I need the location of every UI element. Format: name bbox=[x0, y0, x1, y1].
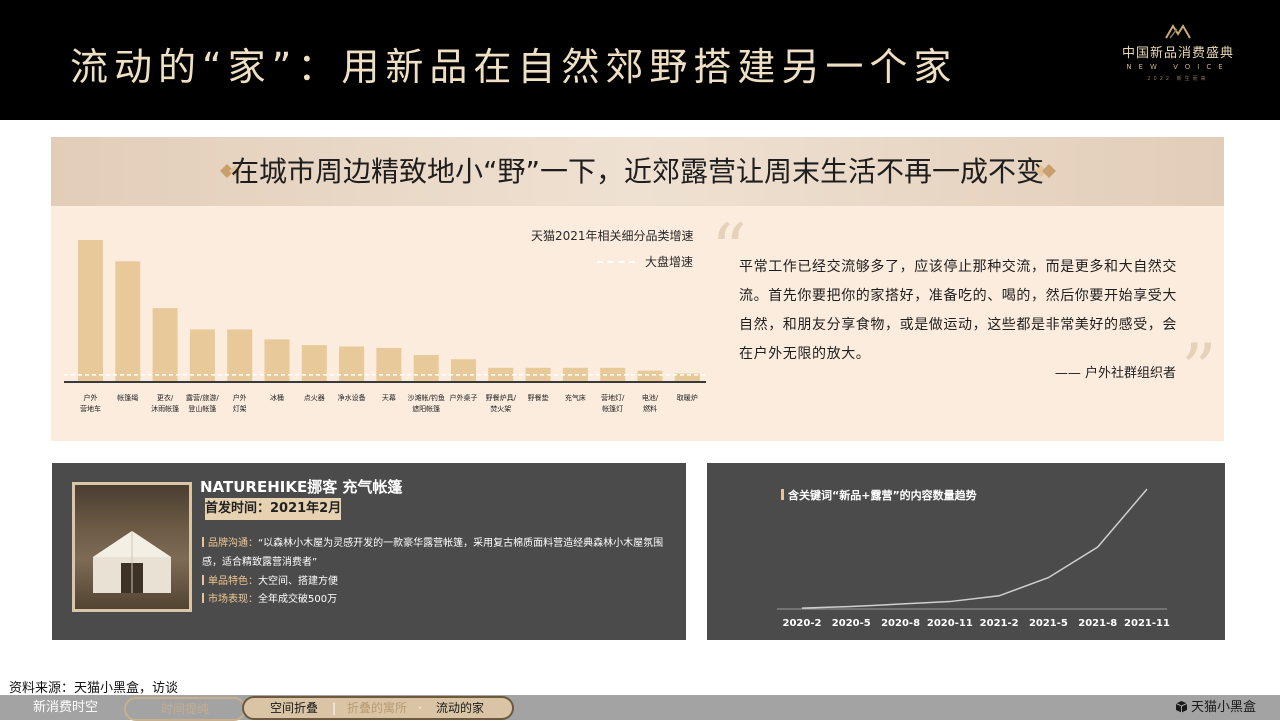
nav-time-purify[interactable]: 时间提纯 bbox=[124, 697, 246, 721]
footer-section-label: 新消费时空 bbox=[33, 700, 99, 715]
tent-photo bbox=[72, 482, 192, 612]
x-tick-label: 沙滩帐/钓鱼遮阳帐篷 bbox=[408, 393, 445, 413]
bar-16 bbox=[637, 370, 663, 382]
x-tick-label: 充气床 bbox=[565, 393, 586, 402]
bullet-bar-icon bbox=[202, 575, 204, 585]
x-tick-label: 野餐炉具/焚火架 bbox=[486, 393, 517, 413]
tent-icon bbox=[93, 531, 171, 593]
x-tick-label: 2021-11 bbox=[1124, 618, 1170, 629]
market-performance-text: 全年成交破500万 bbox=[258, 594, 338, 605]
logo-name-cn: 中国新品消费盛典 bbox=[1121, 46, 1234, 61]
logo-subtitle: 2022 新生而来 bbox=[1147, 76, 1209, 82]
brand-communication: 品牌沟通：“以森林小木屋为灵感开发的一款豪华露营帐篷，采用复古棉质面料营造经典森… bbox=[202, 534, 672, 572]
bar-11 bbox=[451, 359, 476, 382]
trend-chart-title-text: 含关键词“新品+露营”的内容数量趋势 bbox=[788, 489, 977, 502]
trend-series-line bbox=[801, 488, 1148, 609]
x-tick-label: 取暖炉 bbox=[677, 393, 698, 402]
bullet-bar-icon bbox=[202, 593, 204, 603]
bar-1 bbox=[78, 240, 103, 382]
launch-date-badge: 首发时间：2021年2月 bbox=[205, 498, 341, 520]
logo-mark-icon bbox=[1165, 24, 1191, 39]
close-quote-icon: ” bbox=[1181, 329, 1217, 411]
x-tick-label: 2021-2 bbox=[980, 618, 1019, 629]
diamond-ornament-icon bbox=[1035, 164, 1056, 178]
brand-communication-text: “以森林小木屋为灵感开发的一款豪华露营帐篷，采用复古棉质面料营造经典森林小木屋氛… bbox=[202, 538, 664, 568]
bullet-bar-icon bbox=[202, 537, 204, 547]
x-tick-label: 露营/旅游/登山帐篷 bbox=[186, 393, 219, 413]
source-note: 资料来源：天猫小黑盒，访谈 bbox=[9, 681, 179, 696]
banner: 在城市周边精致地小“野”一下，近郊露营让周末生活不再一成不变 bbox=[51, 137, 1224, 206]
page-title: 流动的“家”：用新品在自然郊野搭建另一个家 bbox=[70, 45, 958, 89]
brand-communication-label: 品牌沟通： bbox=[208, 538, 258, 549]
insight-panel: 在城市周边精致地小“野”一下，近郊露营让周末生活不再一成不变 天猫2021年相关… bbox=[51, 137, 1224, 441]
x-tick-label: 户外桌子 bbox=[450, 393, 478, 402]
quote-attribution: —— 户外社群组织者 bbox=[1054, 366, 1176, 381]
x-tick-label: 2020-8 bbox=[881, 618, 920, 629]
x-tick-label: 帐篷绳 bbox=[117, 393, 138, 402]
logo-name-en: NEW VOICE bbox=[1126, 63, 1230, 71]
x-tick-label: 更衣/沐雨帐篷 bbox=[151, 393, 179, 413]
x-tick-label: 营地灯/帐篷灯 bbox=[601, 393, 625, 413]
nav-space-fold-label[interactable]: 空间折叠 bbox=[270, 698, 318, 718]
x-tick-label: 野餐垫 bbox=[528, 393, 549, 402]
bar-8 bbox=[339, 346, 365, 382]
x-tick-label: 2021-8 bbox=[1078, 618, 1117, 629]
trend-chart-title: 含关键词“新品+露营”的内容数量趋势 bbox=[781, 487, 977, 503]
nav-separator: | bbox=[332, 701, 337, 715]
nav-mobile-home[interactable]: 流动的家 bbox=[436, 698, 484, 718]
new-voice-logo: 中国新品消费盛典 NEW VOICE 2022 新生而来 bbox=[1118, 24, 1238, 96]
x-tick-label: 2020-11 bbox=[927, 618, 973, 629]
nav-space-fold[interactable]: 空间折叠 | 折叠的寓所 · 流动的家 bbox=[242, 696, 514, 720]
bar-2 bbox=[115, 261, 141, 382]
trend-card: 2020-2 2020-5 2020-8 2020-11 2021-2 2021-5 202… bbox=[707, 463, 1225, 640]
footer-brand: 天猫小黑盒 bbox=[1175, 695, 1256, 720]
x-tick-label: 电池/燃料 bbox=[642, 393, 659, 413]
product-features-label: 单品特色： bbox=[208, 576, 258, 587]
nav-folded-home[interactable]: 折叠的寓所 bbox=[347, 698, 407, 718]
x-tick-label: 2021-5 bbox=[1029, 618, 1068, 629]
bar-5 bbox=[227, 329, 253, 382]
x-tick-label: 2020-5 bbox=[832, 618, 871, 629]
x-tick-label: 净水设备 bbox=[338, 393, 366, 402]
header: 流动的“家”：用新品在自然郊野搭建另一个家 中国新品消费盛典 NEW VOICE… bbox=[0, 0, 1280, 120]
bullet-bar-icon bbox=[781, 489, 784, 500]
x-tick-label: 点火器 bbox=[304, 394, 325, 402]
bar-9 bbox=[376, 347, 402, 382]
nav-dot: · bbox=[418, 701, 422, 715]
product-name: NATUREHIKE挪客 充气帐篷 bbox=[200, 478, 403, 496]
footer-brand-text: 天猫小黑盒 bbox=[1191, 700, 1257, 715]
x-tick-label: 天幕 bbox=[382, 393, 396, 402]
category-growth-bar-chart: 户外营地车 帐篷绳 更衣/沐雨帐篷露营/旅游/登山帐篷户外灯架 冰桶 点火器 净水设备 天幕… bbox=[64, 240, 706, 413]
quote-text: 平常工作已经交流够多了，应该停止那种交流，而是更多和大自然交流。首先你要把你的家… bbox=[739, 259, 1177, 362]
x-tick-label: 2020-2 bbox=[783, 618, 822, 629]
market-performance-label: 市场表现： bbox=[208, 594, 258, 605]
footer-nav: 新消费时空 时间提纯 空间折叠 | 折叠的寓所 · 流动的家 天猫小黑盒 bbox=[0, 695, 1280, 721]
product-card: NATUREHIKE挪客 充气帐篷 首发时间：2021年2月 品牌沟通：“以森林… bbox=[52, 463, 686, 640]
product-features: 单品特色：大空间、搭建方便 bbox=[202, 572, 672, 591]
bar-7 bbox=[301, 345, 327, 382]
x-tick-label: 冰桶 bbox=[270, 393, 284, 402]
black-box-icon bbox=[1175, 701, 1188, 713]
bar-4 bbox=[189, 329, 215, 382]
x-tick-label: 户外灯架 bbox=[233, 393, 247, 413]
bar-3 bbox=[152, 308, 178, 382]
market-performance: 市场表现：全年成交破500万 bbox=[202, 590, 672, 609]
bar-10 bbox=[413, 355, 439, 382]
product-features-text: 大空间、搭建方便 bbox=[258, 576, 338, 587]
x-tick-label: 户外营地车 bbox=[80, 393, 101, 413]
